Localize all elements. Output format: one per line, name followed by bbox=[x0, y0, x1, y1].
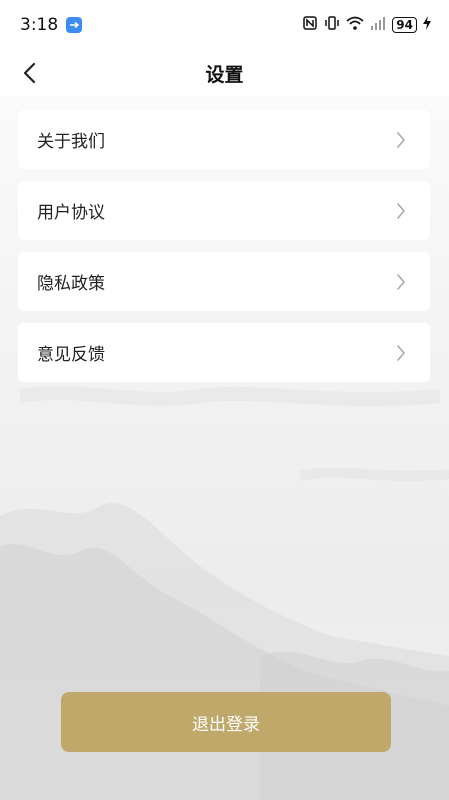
chevron-right-icon bbox=[396, 131, 410, 149]
chevron-right-icon bbox=[396, 344, 410, 362]
logout-button[interactable]: 退出登录 bbox=[61, 692, 391, 752]
back-button[interactable] bbox=[14, 58, 44, 88]
menu-item-label: 意见反馈 bbox=[37, 345, 105, 365]
menu-item-label: 关于我们 bbox=[37, 132, 105, 152]
nav-bar: 设置 bbox=[0, 50, 449, 96]
status-left: 3:18 bbox=[20, 15, 83, 35]
settings-menu: 关于我们 用户协议 隐私政策 意见反馈 bbox=[18, 110, 430, 382]
menu-item-user-agreement[interactable]: 用户协议 bbox=[18, 181, 430, 240]
battery-level: 94 bbox=[392, 17, 417, 33]
chevron-right-icon bbox=[396, 202, 410, 220]
signal-icon bbox=[370, 15, 386, 35]
menu-item-label: 用户协议 bbox=[37, 203, 105, 223]
status-time: 3:18 bbox=[20, 15, 59, 35]
usb-icon bbox=[66, 17, 83, 33]
menu-item-label: 隐私政策 bbox=[37, 274, 105, 294]
charging-icon bbox=[423, 16, 431, 34]
wifi-icon bbox=[346, 15, 364, 35]
chevron-right-icon bbox=[396, 273, 410, 291]
status-bar: 3:18 94 bbox=[0, 0, 449, 50]
page-title: 设置 bbox=[205, 63, 244, 86]
status-right: 94 bbox=[302, 15, 431, 35]
menu-item-about-us[interactable]: 关于我们 bbox=[18, 110, 430, 169]
chevron-left-icon bbox=[23, 62, 36, 84]
menu-item-privacy-policy[interactable]: 隐私政策 bbox=[18, 252, 430, 311]
vibrate-icon bbox=[324, 15, 340, 35]
menu-item-feedback[interactable]: 意见反馈 bbox=[18, 323, 430, 382]
nfc-icon bbox=[302, 15, 318, 35]
